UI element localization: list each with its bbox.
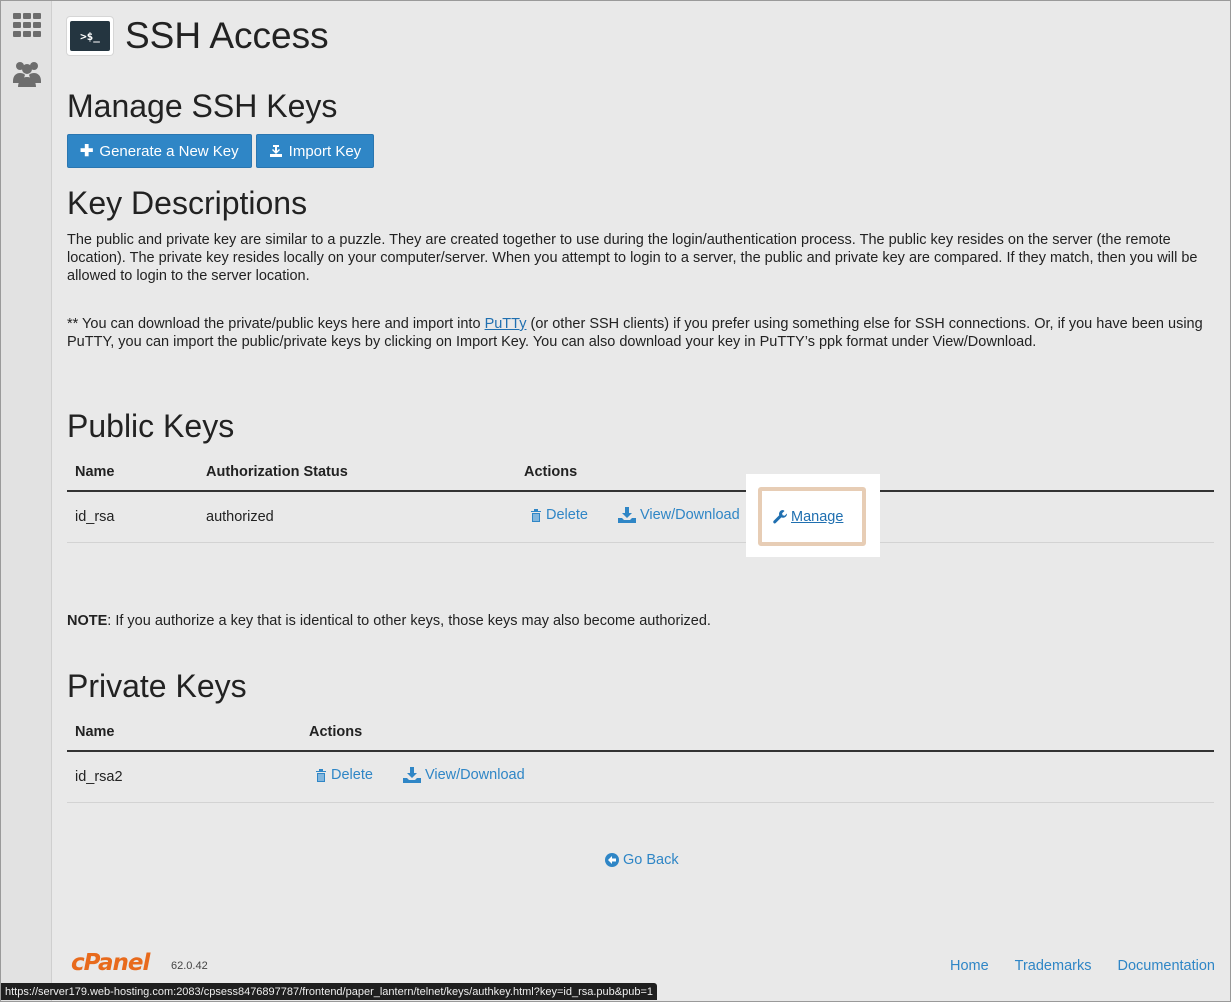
key-descriptions-heading: Key Descriptions [67,185,308,221]
column-header: Actions [301,713,1214,752]
private-keys-heading: Private Keys [67,668,247,704]
plus-icon: ✚ [80,143,94,160]
description-paragraph-1: The public and private key are similar t… [67,232,1198,284]
manage-keys-heading: Manage SSH Keys [67,88,338,124]
public-keys-heading: Public Keys [67,408,235,444]
column-header: Name [67,713,301,752]
table-header-row: Name Authorization Status Actions [67,453,1214,492]
trash-icon [316,768,326,782]
description-paragraph-2: ** You can download the private/public k… [67,315,1215,351]
view-download-label: View/Download [424,766,525,783]
table-row: id_rsa2 Delete View/Download [67,751,1214,803]
key-status: authorized [198,491,516,543]
manage-highlight-frame: Manage [758,487,866,546]
footer: cPanel 62.0.42 Home Trademarks Documenta… [67,950,1215,980]
go-back-label: Go Back [623,852,679,868]
wrench-icon [773,509,788,523]
terminal-icon-text: >$_ [70,21,110,51]
grid-icon[interactable] [11,9,43,41]
note-label: NOTE [67,613,108,629]
public-keys-table: Name Authorization Status Actions id_rsa… [67,453,1214,543]
table-header-row: Name Actions [67,713,1214,752]
arrow-left-circle-icon [605,853,619,867]
para2-prefix: ** You can download the private/public k… [67,316,485,332]
users-icon[interactable] [11,57,43,89]
note-text: NOTE: If you authorize a key that is ide… [67,613,711,629]
view-download-link[interactable]: View/Download [402,766,525,783]
import-key-label: Import Key [288,142,362,160]
go-back-link[interactable]: Go Back [605,852,679,868]
generate-key-label: Generate a New Key [99,142,239,160]
table-row: id_rsa authorized Delete View/Download [67,491,1214,543]
version-label: 62.0.42 [171,960,208,972]
view-download-link[interactable]: View/Download [617,506,740,523]
private-keys-table: Name Actions id_rsa2 Delete View/Downloa… [67,713,1214,803]
page-header: >$_ SSH Access [67,14,329,58]
footer-links: Home Trademarks Documentation [950,958,1215,974]
column-header: Authorization Status [198,453,516,492]
generate-key-button[interactable]: ✚ Generate a New Key [67,134,252,168]
browser-status-bar: https://server179.web-hosting.com:2083/c… [1,983,657,1000]
key-actions: Delete View/Download [301,751,1214,803]
manage-buttons: ✚ Generate a New Key Import Key [67,134,375,168]
note-body: : If you authorize a key that is identic… [107,613,711,629]
delete-link[interactable]: Delete [315,767,373,783]
terminal-icon: >$_ [67,17,113,55]
delete-label: Delete [546,507,588,524]
putty-link[interactable]: PuTTy [485,316,527,332]
import-icon [269,145,282,157]
manage-label: Manage [791,508,844,525]
key-name: id_rsa2 [67,751,301,803]
page-title: SSH Access [125,15,329,56]
trash-icon [531,508,541,522]
footer-link-documentation[interactable]: Documentation [1117,958,1215,974]
cpanel-logo[interactable]: cPanel [71,950,150,976]
delete-link[interactable]: Delete [530,507,588,523]
delete-label: Delete [331,767,373,784]
footer-link-trademarks[interactable]: Trademarks [1015,958,1092,974]
manage-highlight: Manage [746,474,880,557]
view-download-label: View/Download [639,506,740,523]
import-key-button[interactable]: Import Key [255,134,375,168]
footer-link-home[interactable]: Home [950,958,989,974]
download-icon [617,506,636,523]
sidebar [1,1,52,1001]
column-header: Name [67,453,198,492]
download-icon [402,766,421,783]
manage-link[interactable]: Manage [772,509,843,525]
key-name: id_rsa [67,491,198,543]
